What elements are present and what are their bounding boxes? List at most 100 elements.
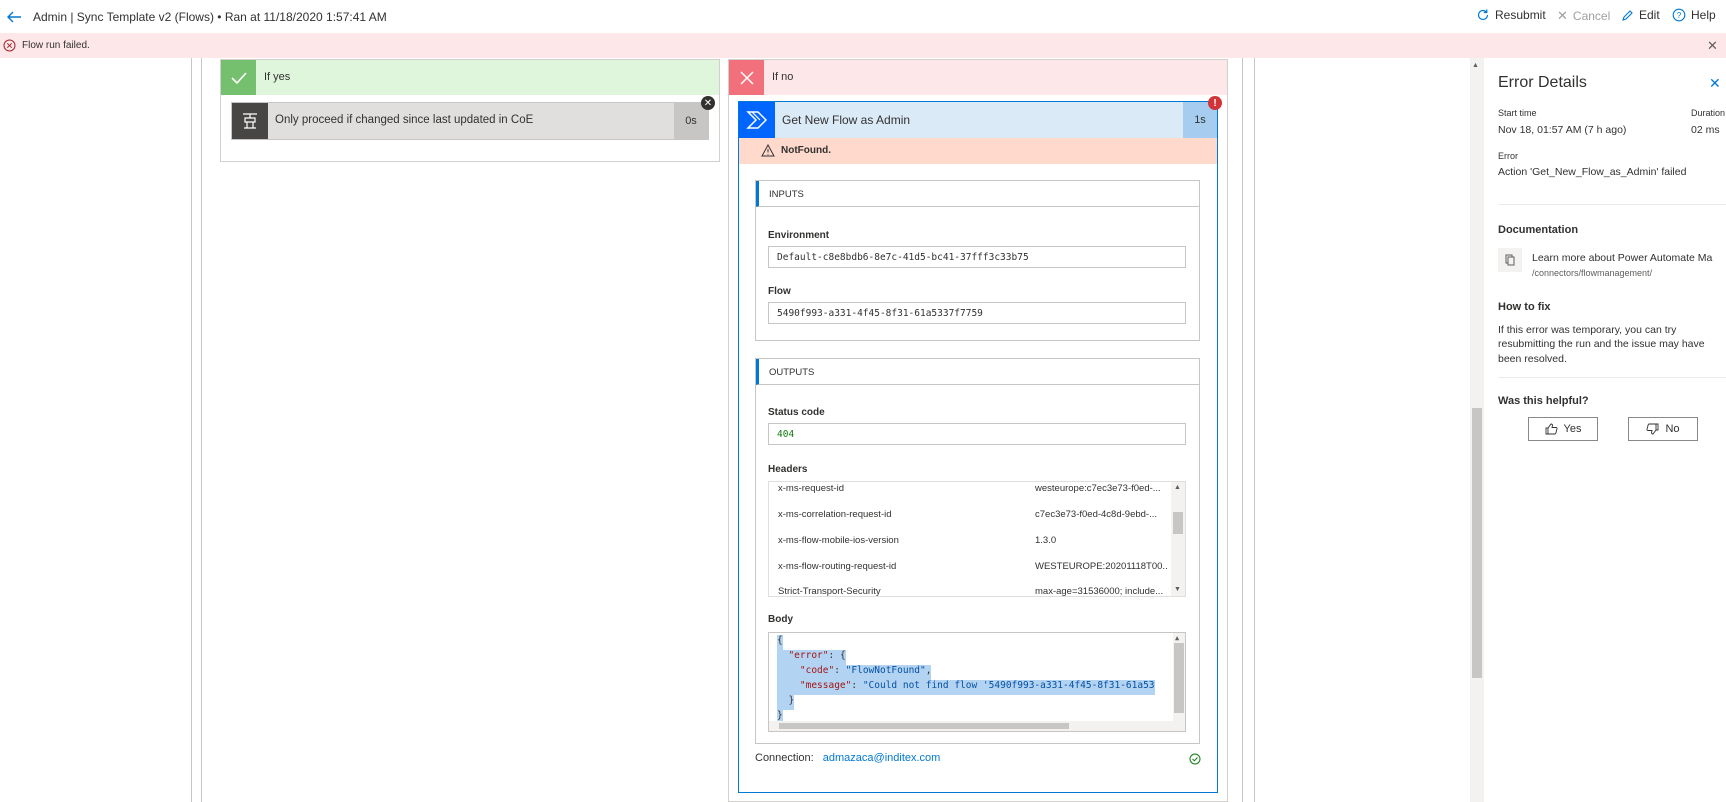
if-yes-label: If yes (264, 71, 291, 83)
outputs-heading: OUTPUTS (769, 367, 815, 378)
get-new-flow-action-card[interactable]: Get New Flow as Admin 1s NotFound. INPUT… (738, 101, 1218, 793)
skipped-status-icon: ✕ (701, 96, 715, 110)
scroll-thumb[interactable] (1173, 512, 1183, 534)
header-value: westeurope:c7ec3e73-f0ed-... (1035, 483, 1161, 494)
how-to-fix-text-line1: If this error was temporary, you can try (1498, 324, 1677, 336)
scroll-up-icon[interactable]: ▲ (1472, 62, 1479, 69)
thumbs-down-icon (1646, 423, 1659, 435)
outer-branch-border-left (191, 58, 192, 802)
doc-link-path[interactable]: /connectors/flowmanagement/ (1532, 268, 1652, 278)
headers-table[interactable]: x-ms-request-id westeurope:c7ec3e73-f0ed… (768, 481, 1186, 597)
code-line: "code": "FlowNotFound", (777, 665, 932, 680)
help-label: Help (1691, 8, 1716, 22)
outputs-header: OUTPUTS (756, 359, 1199, 385)
scroll-up-icon[interactable]: ▲ (1174, 484, 1181, 491)
table-row: x-ms-request-id westeurope:c7ec3e73-f0ed… (769, 482, 1171, 502)
how-to-fix-heading: How to fix (1498, 301, 1551, 313)
help-button[interactable]: ? Help (1672, 8, 1716, 22)
scroll-up-icon[interactable]: ▲ (1175, 634, 1179, 642)
body-code-view[interactable]: { "error": { "code": "FlowNotFound", "me… (768, 632, 1186, 732)
error-value: Action 'Get_New_Flow_as_Admin' failed (1498, 166, 1687, 178)
status-code-value[interactable]: 404 (768, 423, 1186, 445)
back-arrow-icon[interactable] (4, 7, 24, 27)
connection-ok-icon (1189, 753, 1201, 765)
code-string: "Could not find flow '5490f993-a331-4f45… (862, 680, 1155, 691)
table-row: Strict-Transport-Security max-age=315360… (769, 579, 1171, 597)
headers-scrollbar[interactable]: ▲ ▼ (1171, 482, 1185, 596)
helpful-no-button[interactable]: No (1628, 417, 1698, 441)
cancel-label: Cancel (1572, 9, 1611, 23)
headers-label: Headers (768, 464, 808, 475)
if-no-header[interactable]: If no (729, 60, 1227, 95)
edit-label: Edit (1639, 8, 1660, 22)
code-line: "error": { (777, 650, 846, 665)
helpful-heading: Was this helpful? (1498, 395, 1589, 407)
error-banner: Flow run failed. ✕ (0, 33, 1726, 58)
resubmit-button[interactable]: Resubmit (1476, 8, 1546, 22)
power-automate-icon (739, 102, 775, 138)
no-label: No (1665, 423, 1680, 435)
divider (1498, 204, 1726, 205)
outputs-section: OUTPUTS Status code 404 Headers x-ms-req… (755, 358, 1200, 744)
close-panel-icon[interactable]: ✕ (1709, 75, 1721, 92)
action-header[interactable]: Get New Flow as Admin 1s (739, 102, 1217, 138)
table-row: x-ms-correlation-request-id c7ec3e73-f0e… (769, 502, 1171, 528)
helpful-yes-button[interactable]: Yes (1528, 417, 1598, 441)
header-value: WESTEUROPE:20201118T00... (1035, 561, 1167, 572)
banner-message: Flow run failed. (22, 40, 90, 51)
error-badge-icon: ! (1208, 96, 1222, 110)
refresh-icon (1476, 8, 1490, 22)
status-code-label: Status code (768, 407, 825, 418)
inner-branch-border-right (1242, 58, 1243, 802)
body-horizontal-scrollbar[interactable] (769, 721, 1185, 731)
code-key: "error" (788, 650, 829, 661)
error-message-bar: NotFound. (739, 138, 1217, 164)
svg-text:?: ? (1677, 11, 1682, 20)
condition-icon (232, 103, 268, 139)
header-value: c7ec3e73-f0ed-4c8d-9ebd-... (1035, 509, 1157, 520)
duration-label: Duration (1691, 108, 1726, 118)
doc-link-title[interactable]: Learn more about Power Automate Ma (1532, 252, 1712, 264)
action-title: Get New Flow as Admin (782, 113, 911, 127)
outer-branch-border-right (1254, 58, 1255, 802)
header-key: x-ms-request-id (778, 483, 844, 494)
inputs-header: INPUTS (756, 181, 1199, 207)
warning-icon (761, 144, 775, 157)
body-label: Body (768, 614, 793, 625)
condition-label: Only proceed if changed since last updat… (275, 114, 534, 126)
divider (1498, 377, 1726, 378)
inputs-section: INPUTS Environment Default-c8e8bdb6-8e7c… (755, 180, 1200, 341)
connection-link[interactable]: admazaca@inditex.com (823, 752, 941, 764)
error-circle-icon (3, 39, 16, 52)
environment-value[interactable]: Default-c8e8bdb6-8e7c-41d5-bc41-37fff3c3… (768, 246, 1186, 268)
panel-title: Error Details (1498, 74, 1587, 91)
dismiss-banner-icon[interactable]: ✕ (1707, 38, 1718, 54)
header-value: 1.3.0 (1035, 535, 1057, 546)
code-key: "message" (799, 680, 852, 691)
how-to-fix-text-line3: been resolved. (1498, 353, 1567, 365)
condition-card[interactable]: Only proceed if changed since last updat… (231, 102, 709, 140)
error-label: Error (1498, 151, 1518, 161)
edit-button[interactable]: Edit (1621, 8, 1660, 22)
pencil-icon (1621, 9, 1634, 22)
connection-label: Connection: (755, 752, 814, 764)
error-text: NotFound. (781, 145, 831, 156)
header-key: x-ms-flow-mobile-ios-version (778, 535, 899, 546)
if-yes-header[interactable]: If yes (221, 60, 719, 95)
header-key: Strict-Transport-Security (778, 586, 881, 597)
table-row: x-ms-flow-mobile-ios-version 1.3.0 (769, 528, 1171, 554)
cancel-button[interactable]: ✕ Cancel (1557, 8, 1610, 24)
documentation-heading: Documentation (1498, 224, 1579, 236)
canvas-scroll-thumb[interactable] (1472, 408, 1482, 678)
code-brace: } (777, 710, 783, 721)
flow-value[interactable]: 5490f993-a331-4f45-8f31-61a5337f7759 (768, 302, 1186, 324)
resubmit-label: Resubmit (1495, 8, 1546, 22)
document-icon (1498, 248, 1522, 272)
flow-label: Flow (768, 286, 791, 297)
header-key: x-ms-flow-routing-request-id (778, 561, 897, 572)
code-key: "code" (799, 665, 835, 676)
scroll-thumb[interactable] (1174, 643, 1184, 713)
scroll-thumb[interactable] (779, 723, 1069, 729)
body-vertical-scrollbar[interactable]: ▲ (1173, 633, 1185, 731)
scroll-down-icon[interactable]: ▼ (1174, 586, 1181, 593)
